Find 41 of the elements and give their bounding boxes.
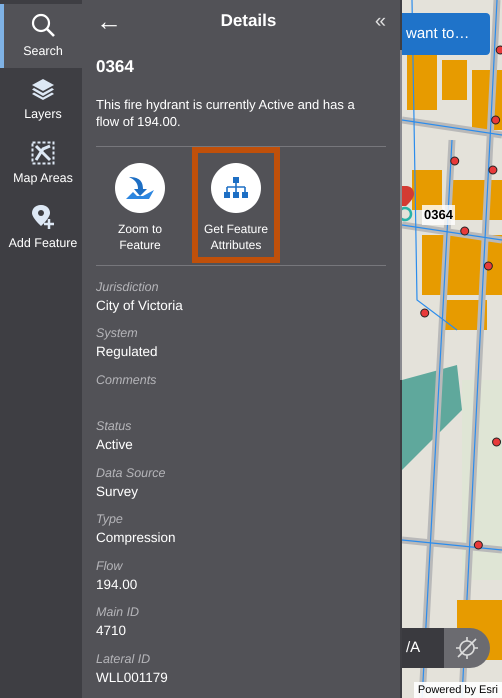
action-button[interactable]: Zoom to Feature xyxy=(96,146,184,262)
rail-tab[interactable]: Layers xyxy=(0,68,82,132)
menu-button[interactable]: want to… xyxy=(402,13,490,55)
field-value: 4710 xyxy=(96,622,128,640)
field-label: Comments xyxy=(96,372,158,388)
bottom-button[interactable]: /A xyxy=(402,628,444,668)
field-label: Main ID xyxy=(96,604,140,621)
field-label: Flow xyxy=(96,558,124,574)
field-label: Lateral ID xyxy=(96,650,152,668)
field-value: 194.00 xyxy=(96,576,138,594)
location-off-button[interactable] xyxy=(444,628,490,668)
search-icon xyxy=(30,12,56,38)
field-label: Jurisdiction xyxy=(96,278,160,296)
map-area-icon xyxy=(31,140,55,165)
field-label: Data Source xyxy=(96,464,166,482)
field-label: Type xyxy=(96,511,124,528)
rail-tab[interactable]: Search xyxy=(0,4,82,68)
feature-title: 0364 xyxy=(96,56,135,78)
zoom-to-icon xyxy=(125,174,155,200)
field-value: Active xyxy=(96,436,134,454)
attribution-text: Powered by Esri xyxy=(414,682,502,698)
add-pin-icon xyxy=(31,204,55,230)
feature-description: This fire hydrant is currently Active and has a flow of 194.00. xyxy=(96,96,356,130)
field-value: Regulated xyxy=(96,343,159,361)
panel-title: Details xyxy=(220,10,276,32)
field-value: City of Victoria xyxy=(96,296,184,315)
location-off-icon xyxy=(455,636,479,660)
hierarchy-icon xyxy=(223,176,249,200)
layers-icon xyxy=(30,76,56,101)
rail-tab[interactable]: Add Feature xyxy=(0,196,82,260)
map-label: 0364 xyxy=(422,205,455,224)
rail-tab[interactable]: Map Areas xyxy=(0,132,82,196)
action-button[interactable]: Get Feature Attributes xyxy=(192,146,280,262)
field-value: Compression xyxy=(96,529,177,547)
back-button[interactable]: ← xyxy=(96,8,122,34)
collapse-button[interactable]: « xyxy=(374,11,386,31)
field-value: Survey xyxy=(96,482,140,501)
field-label: Status xyxy=(96,418,132,435)
scrollbar-thumb[interactable] xyxy=(400,50,402,380)
field-label: System xyxy=(96,325,139,342)
field-value: WLL001179 xyxy=(96,668,169,686)
